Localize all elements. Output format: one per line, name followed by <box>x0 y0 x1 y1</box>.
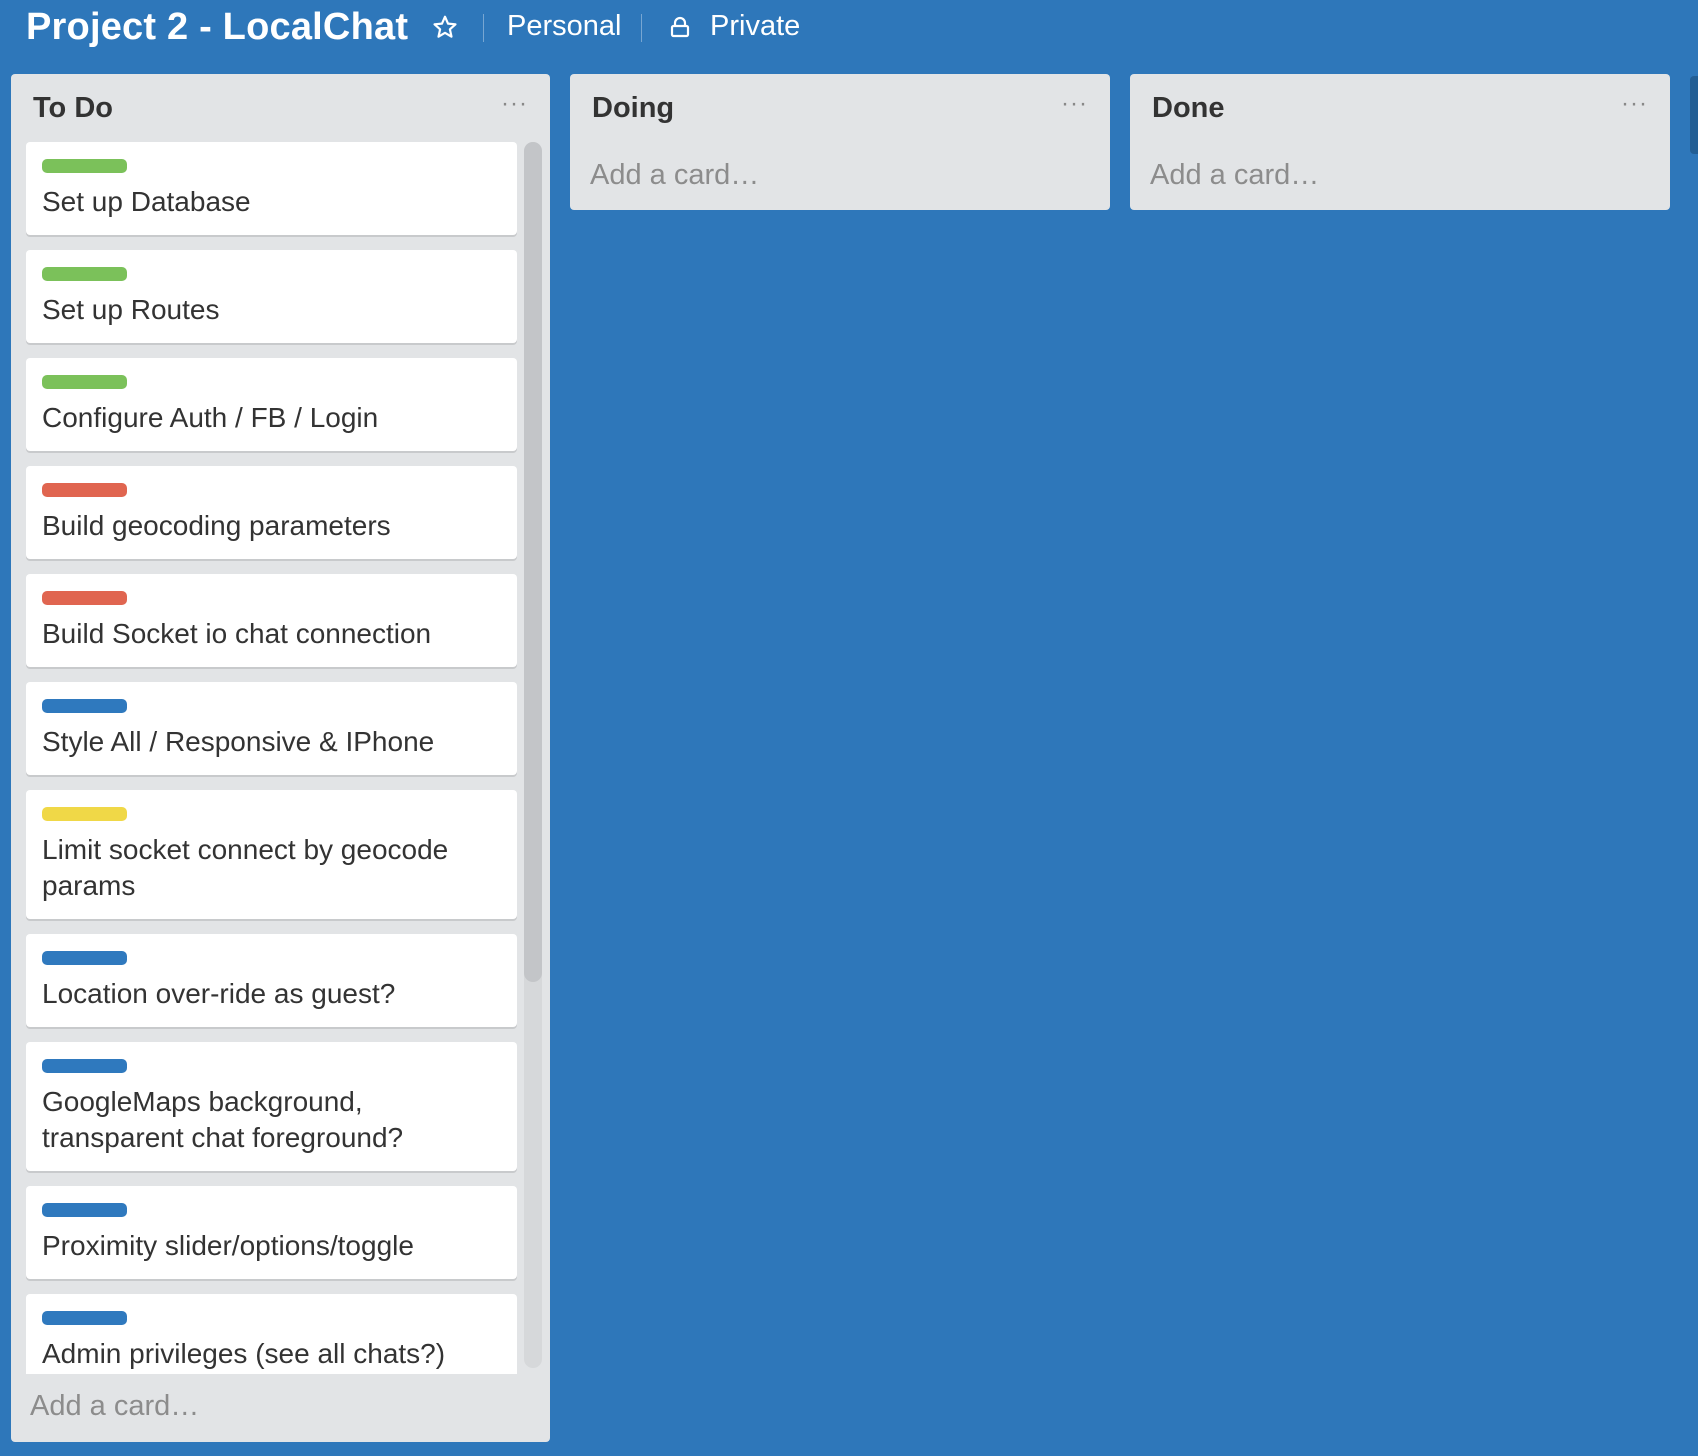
card[interactable]: Set up Database <box>26 142 517 235</box>
visibility-button[interactable]: Private <box>668 10 800 43</box>
card[interactable]: GoogleMaps background, transparent chat … <box>26 1042 517 1171</box>
card[interactable]: Admin privileges (see all chats?) <box>26 1294 517 1374</box>
card-label-green <box>42 267 127 281</box>
card-container: Set up Database Set up Routes Configure … <box>26 142 518 1374</box>
card-title: Configure Auth / FB / Login <box>42 402 379 433</box>
list-title[interactable]: Doing <box>592 92 674 125</box>
card-label-green <box>42 159 127 173</box>
board-title[interactable]: Project 2 - LocalChat <box>26 6 408 49</box>
add-card-button[interactable]: Add a card… <box>30 1390 199 1423</box>
card-title: GoogleMaps background, transparent chat … <box>42 1086 404 1153</box>
card[interactable]: Proximity slider/options/toggle <box>26 1186 517 1279</box>
list-menu-button[interactable]: ··· <box>1061 90 1088 118</box>
card-label-blue <box>42 699 127 713</box>
card-title: Admin privileges (see all chats?) <box>42 1338 446 1369</box>
card-label-red <box>42 483 127 497</box>
card[interactable]: Limit socket connect by geocode params <box>26 790 517 919</box>
card-label-yellow <box>42 807 127 821</box>
card-label-red <box>42 591 127 605</box>
card-title: Build geocoding parameters <box>42 510 391 541</box>
list-menu-button[interactable]: ··· <box>501 90 528 118</box>
card[interactable]: Build Socket io chat connection <box>26 574 517 667</box>
card-title: Location over-ride as guest? <box>42 978 396 1009</box>
team-button[interactable]: Personal <box>507 10 621 43</box>
add-card-button[interactable]: Add a card… <box>590 159 759 192</box>
visibility-label: Private <box>710 10 801 42</box>
list-menu-button[interactable]: ··· <box>1621 90 1648 118</box>
card-label-blue <box>42 1203 127 1217</box>
card-label-green <box>42 375 127 389</box>
board-header: Project 2 - LocalChat Personal Private <box>0 0 1698 60</box>
card[interactable]: Location over-ride as guest? <box>26 934 517 1027</box>
card-title: Set up Database <box>42 186 251 217</box>
card-label-blue <box>42 1059 127 1073</box>
list-doing: Doing ··· Add a card… <box>570 74 1110 210</box>
card[interactable]: Set up Routes <box>26 250 517 343</box>
star-outline-icon <box>432 14 458 45</box>
card[interactable]: Build geocoding parameters <box>26 466 517 559</box>
star-button[interactable] <box>428 12 462 46</box>
card-title: Build Socket io chat connection <box>42 618 432 649</box>
list-title[interactable]: To Do <box>33 92 113 125</box>
header-divider <box>483 14 484 42</box>
card[interactable]: Style All / Responsive & IPhone <box>26 682 517 775</box>
board: Project 2 - LocalChat Personal Private T… <box>0 0 1698 1456</box>
header-divider <box>641 14 642 42</box>
card-label-blue <box>42 1311 127 1325</box>
card-title: Proximity slider/options/toggle <box>42 1230 414 1261</box>
next-list-edge[interactable] <box>1690 76 1698 154</box>
card-label-blue <box>42 951 127 965</box>
lock-icon <box>668 15 692 39</box>
card-title: Style All / Responsive & IPhone <box>42 726 435 757</box>
list-title[interactable]: Done <box>1152 92 1225 125</box>
card-title: Limit socket connect by geocode params <box>42 834 449 901</box>
add-card-button[interactable]: Add a card… <box>1150 159 1319 192</box>
list-to-do: To Do ··· Set up Database Set up Routes … <box>11 74 550 1442</box>
list-done: Done ··· Add a card… <box>1130 74 1670 210</box>
card-title: Set up Routes <box>42 294 220 325</box>
scrollbar-thumb[interactable] <box>524 142 542 982</box>
card[interactable]: Configure Auth / FB / Login <box>26 358 517 451</box>
